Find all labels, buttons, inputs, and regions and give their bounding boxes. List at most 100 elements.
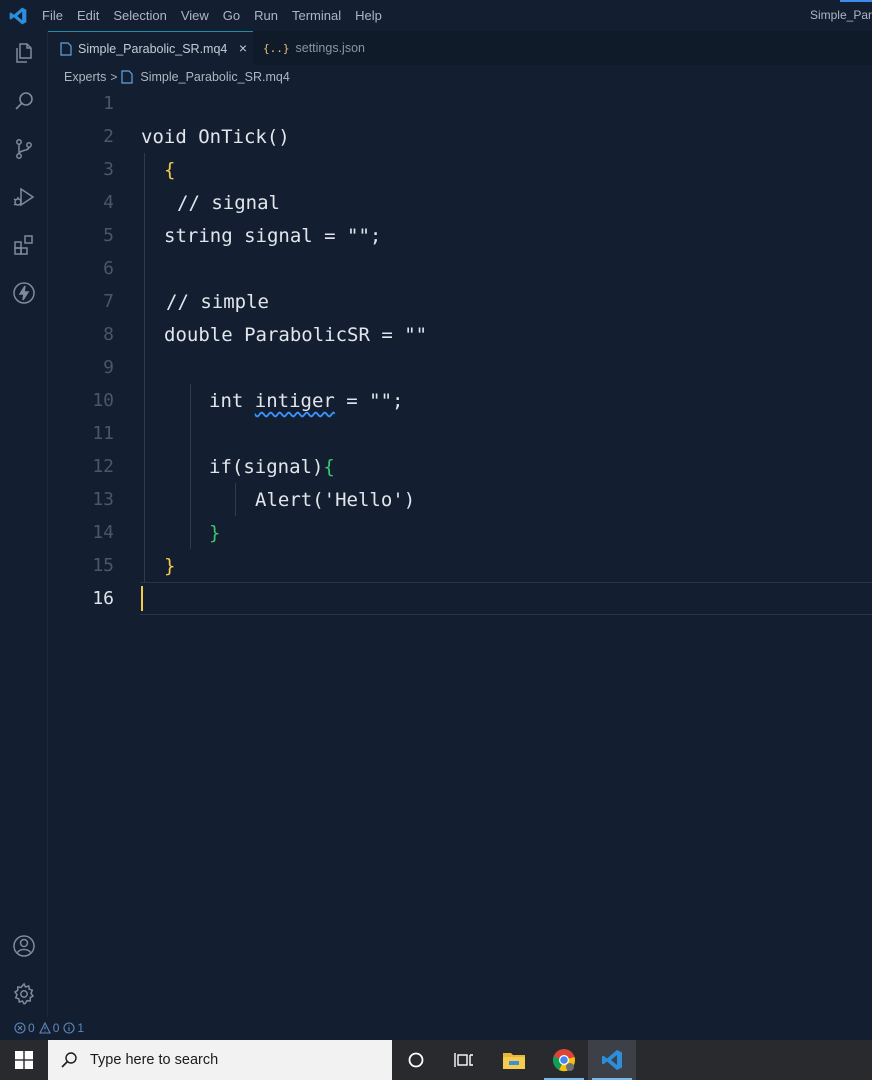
code-line: 4 // signal (48, 186, 872, 219)
tab-settings-json[interactable]: {..} settings.json (253, 31, 373, 65)
title-bar: File Edit Selection View Go Run Terminal… (0, 0, 872, 31)
breadcrumb-file[interactable]: Simple_Parabolic_SR.mq4 (140, 70, 289, 84)
line-number: 9 (103, 357, 114, 378)
code-line: 10 int intiger = ""; (48, 384, 872, 417)
bracket: { (323, 456, 335, 478)
code-text: double ParabolicSR = "" (164, 324, 428, 346)
status-bar: 0 0 1 (0, 1017, 872, 1039)
chevron-right-icon: > (110, 70, 118, 84)
problems-indicator[interactable]: 0 0 1 (14, 1021, 84, 1035)
line-number: 15 (92, 555, 114, 576)
code-text: // signal (177, 192, 280, 214)
menu-view[interactable]: View (181, 8, 209, 23)
code-line-current: 16 (48, 582, 872, 615)
title-accent (840, 0, 872, 2)
tab-simple-parabolic[interactable]: Simple_Parabolic_SR.mq4 × (48, 31, 253, 65)
code-line: 6 (48, 252, 872, 285)
activity-bar (0, 31, 48, 1017)
file-icon (60, 41, 72, 56)
line-number: 6 (103, 258, 114, 279)
code-line: 3 { (48, 153, 872, 186)
explorer-icon[interactable] (12, 41, 36, 65)
menu-help[interactable]: Help (355, 8, 382, 23)
search-icon (61, 1052, 77, 1068)
taskbar: Type here to search (0, 1040, 872, 1080)
line-number: 3 (103, 159, 114, 180)
line-number: 10 (92, 390, 114, 411)
file-explorer-icon[interactable] (490, 1040, 538, 1080)
warning-count: 0 (52, 1021, 60, 1035)
line-number: 4 (103, 192, 114, 213)
lightning-icon[interactable] (12, 281, 36, 305)
line-number: 16 (92, 588, 114, 609)
search-placeholder: Type here to search (90, 1052, 219, 1068)
error-icon (14, 1022, 26, 1034)
misspelled-token: intiger (254, 390, 335, 412)
code-text: } (164, 555, 176, 577)
search-icon[interactable] (12, 89, 36, 113)
code-line: 1 (48, 87, 872, 120)
settings-gear-icon[interactable] (12, 982, 36, 1006)
code-line: 8 double ParabolicSR = "" (48, 318, 872, 351)
code-line: 5 string signal = ""; (48, 219, 872, 252)
taskbar-search-box[interactable]: Type here to search (48, 1040, 392, 1080)
line-number: 8 (103, 324, 114, 345)
code-text: int intiger = ""; (209, 390, 403, 412)
windows-logo-icon (15, 1051, 33, 1069)
code-line: 7 // simple (48, 285, 872, 318)
menu-go[interactable]: Go (223, 8, 240, 23)
code-text: string signal = ""; (164, 225, 382, 247)
tab-label: settings.json (295, 41, 365, 55)
menu-run[interactable]: Run (254, 8, 278, 23)
code-text: } (209, 522, 221, 544)
vscode-logo-icon (9, 7, 27, 25)
code-token: = ""; (334, 390, 404, 412)
line-number: 12 (92, 456, 114, 477)
window-title: Simple_Par (809, 8, 872, 22)
error-count: 0 (28, 1021, 35, 1035)
tab-label: Simple_Parabolic_SR.mq4 (78, 41, 228, 56)
code-token: int (209, 390, 255, 412)
line-number: 2 (103, 126, 114, 147)
menu-bar: File Edit Selection View Go Run Terminal… (42, 0, 396, 31)
cortana-icon[interactable] (392, 1040, 440, 1080)
line-number: 11 (92, 423, 114, 444)
code-text: { (164, 159, 176, 181)
line-number: 13 (92, 489, 114, 510)
run-debug-icon[interactable] (12, 185, 36, 209)
info-count: 1 (77, 1021, 85, 1035)
breadcrumb-folder[interactable]: Experts (64, 70, 106, 84)
code-text: // simple (166, 291, 269, 313)
text-caret (141, 586, 143, 611)
source-control-icon[interactable] (12, 137, 36, 161)
extensions-icon[interactable] (12, 233, 36, 257)
editor-tabs: Simple_Parabolic_SR.mq4 × {..} settings.… (48, 31, 872, 65)
menu-selection[interactable]: Selection (113, 8, 166, 23)
menu-edit[interactable]: Edit (77, 8, 99, 23)
line-number: 14 (92, 522, 114, 543)
file-icon (121, 70, 134, 84)
code-text: void OnTick() (141, 126, 290, 148)
code-editor[interactable]: 1 2 void OnTick() 3 { 4 // signal 5 stri… (48, 87, 872, 1017)
vscode-icon[interactable] (588, 1040, 636, 1080)
code-line: 12 if(signal){ (48, 450, 872, 483)
account-icon[interactable] (12, 934, 36, 958)
info-icon (63, 1022, 75, 1034)
current-line-highlight (140, 582, 872, 615)
windows-start-button[interactable] (0, 1040, 48, 1080)
code-text: Alert('Hello') (255, 489, 416, 511)
code-line: 9 (48, 351, 872, 384)
json-icon: {..} (263, 41, 290, 55)
code-text: if(signal){ (209, 456, 335, 478)
line-number: 1 (103, 93, 114, 114)
chrome-icon[interactable] (540, 1040, 588, 1080)
close-icon[interactable]: × (239, 40, 247, 56)
code-line: 14 } (48, 516, 872, 549)
task-view-icon[interactable] (440, 1040, 488, 1080)
menu-terminal[interactable]: Terminal (292, 8, 341, 23)
menu-file[interactable]: File (42, 8, 63, 23)
code-line: 11 (48, 417, 872, 450)
line-number: 7 (103, 291, 114, 312)
code-line: 2 void OnTick() (48, 120, 872, 153)
code-line: 13 Alert('Hello') (48, 483, 872, 516)
